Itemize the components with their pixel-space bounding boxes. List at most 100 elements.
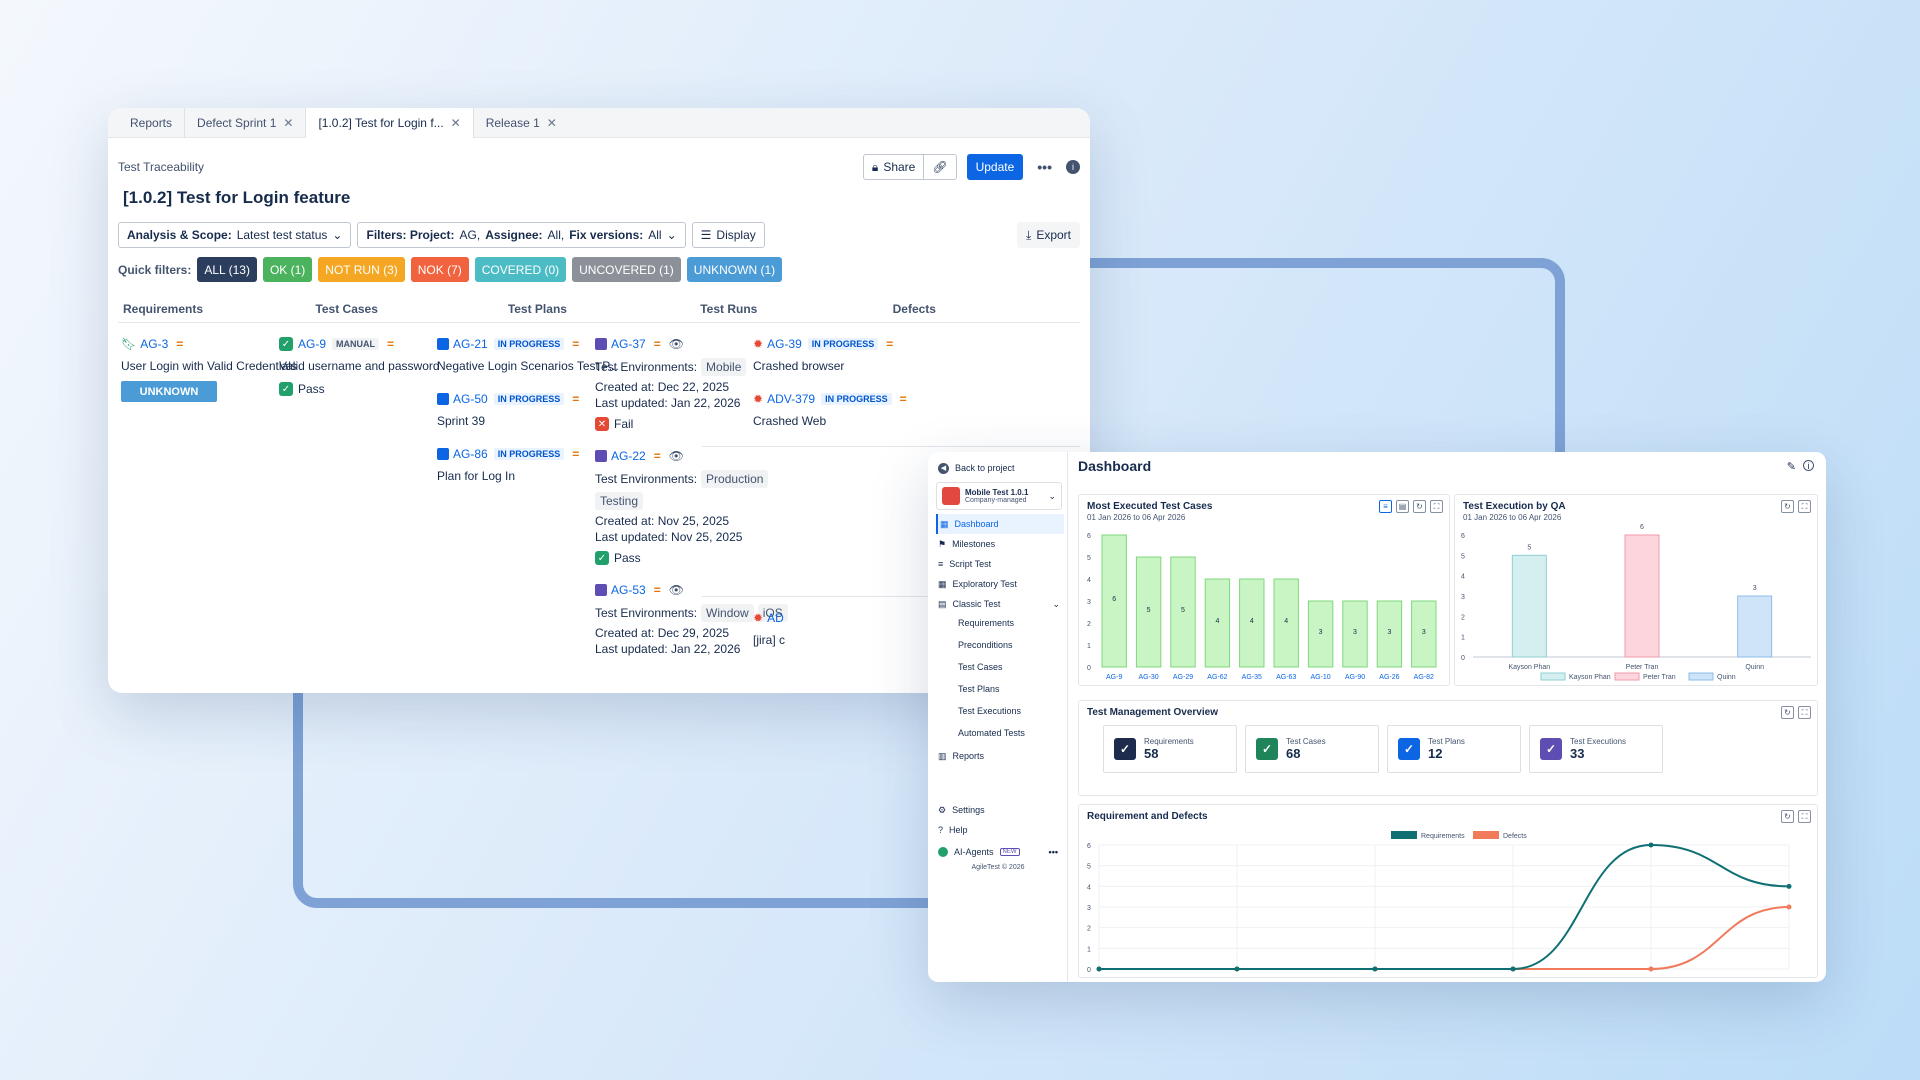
sidebar-subitem[interactable]: Test Plans: [958, 680, 1058, 698]
ai-icon: [938, 847, 948, 857]
env-label: Test Environments:: [595, 472, 698, 486]
sidebar-item-dashboard[interactable]: ▦ Dashboard: [936, 514, 1064, 534]
requirement-cell: 🔖︎ AG-3 = User Login with Valid Credential…: [121, 336, 297, 402]
sidebar-subitem[interactable]: Test Executions: [958, 702, 1058, 720]
display-button[interactable]: ☰ Display: [691, 222, 765, 248]
filters-dropdown[interactable]: Filters: Project: AG, Assignee: All, Fix ver…: [357, 222, 686, 248]
priority-icon: =: [572, 447, 580, 461]
sidebar-subitem[interactable]: Test Cases: [958, 658, 1058, 676]
defect-status: IN PROGRESS: [807, 338, 879, 350]
lock-icon: 🔒︎: [871, 159, 879, 174]
x-tick-label: AG-62: [1207, 674, 1227, 681]
plan-key[interactable]: AG-86: [453, 447, 488, 461]
run-item: AG-22 = 👁︎ Test Environments: Production Te…: [595, 448, 788, 566]
sidebar-label: Script Test: [949, 559, 992, 569]
testcase-summary: Valid username and password: [279, 359, 440, 373]
plan-key[interactable]: AG-21: [453, 337, 488, 351]
defect-key[interactable]: AG-39: [767, 337, 802, 351]
sidebar-subitem[interactable]: Automated Tests: [958, 724, 1058, 742]
x-tick-label: Quinn: [1745, 664, 1764, 671]
back-to-project[interactable]: ◀ Back to project: [936, 458, 1064, 478]
data-label: 4: [1284, 618, 1288, 625]
expand-icon[interactable]: ⛶: [1798, 706, 1811, 719]
run-key[interactable]: AG-53: [611, 583, 646, 597]
tab-login-feature[interactable]: [1.0.2] Test for Login f... ✕: [306, 108, 474, 138]
edit-icon[interactable]: ✎: [1787, 460, 1796, 473]
legend-label: Quinn: [1717, 674, 1736, 681]
sidebar-item-exploratory[interactable]: ▦ Exploratory Test: [936, 574, 1064, 594]
stat-value: 58: [1144, 746, 1159, 761]
testcase-key[interactable]: AG-9: [298, 337, 326, 351]
plan-key[interactable]: AG-50: [453, 392, 488, 406]
page-title: [1.0.2] Test for Login feature: [123, 188, 351, 207]
y-tick-label: 1: [1087, 643, 1091, 650]
close-icon[interactable]: ✕: [451, 116, 461, 130]
run-result: Fail: [614, 417, 634, 431]
data-label: 3: [1353, 629, 1357, 636]
col-test-runs: Test Runs: [700, 302, 758, 316]
tab-defect-sprint[interactable]: Defect Sprint 1 ✕: [185, 108, 307, 138]
watch-icon[interactable]: 👁︎: [669, 583, 684, 597]
info-icon[interactable]: i: [1803, 460, 1814, 471]
refresh-icon[interactable]: ↻: [1781, 706, 1794, 719]
sidebar-item-reports[interactable]: ▥ Reports: [936, 746, 1064, 766]
plan-icon: [437, 338, 449, 350]
sidebar-label: Milestones: [952, 539, 996, 549]
share-button[interactable]: 🔒︎ Share: [862, 154, 925, 180]
x-tick-label: AG-35: [1242, 674, 1262, 681]
quick-filter-chip[interactable]: UNCOVERED (1): [572, 257, 681, 282]
tab-reports[interactable]: Reports: [118, 108, 186, 138]
bug-icon: ✹: [753, 392, 764, 406]
copy-link-button[interactable]: 🔗︎: [924, 154, 957, 180]
sidebar-item-milestones[interactable]: ⚑ Milestones: [936, 534, 1064, 554]
analysis-scope-dropdown[interactable]: Analysis & Scope: Latest test status ⌄: [118, 222, 352, 248]
sidebar-subitem[interactable]: Requirements: [958, 614, 1058, 632]
gear-icon: ⚙: [938, 804, 947, 815]
close-icon[interactable]: ✕: [283, 116, 293, 130]
export-button[interactable]: ⤓ Export: [1017, 222, 1080, 248]
y-tick-label: 2: [1087, 621, 1091, 628]
defect-key[interactable]: ADV-379: [767, 392, 815, 406]
sidebar-item-ai-agents[interactable]: AI-Agents NEW •••: [936, 842, 1064, 862]
data-point: [1648, 842, 1654, 848]
data-label: 5: [1147, 607, 1151, 614]
defect-key[interactable]: AD: [767, 611, 784, 625]
env-label: Test Environments:: [595, 606, 698, 620]
watch-icon[interactable]: 👁︎: [669, 337, 684, 351]
run-key[interactable]: AG-22: [611, 449, 646, 463]
env-tag: Mobile: [701, 358, 747, 376]
stat-label: Test Cases: [1286, 737, 1326, 746]
data-label: 4: [1250, 618, 1254, 625]
filter-assignee-value: All,: [547, 228, 565, 242]
share-label: Share: [883, 160, 916, 174]
quick-filter-chip[interactable]: COVERED (0): [474, 257, 567, 282]
pass-icon: ✓: [595, 551, 609, 565]
run-key[interactable]: AG-37: [611, 337, 646, 351]
bar: [1624, 534, 1660, 658]
watch-icon[interactable]: 👁︎: [669, 449, 684, 463]
legend-label: Defects: [1503, 833, 1527, 840]
sidebar-item-settings[interactable]: ⚙ Settings: [936, 800, 1064, 820]
project-selector[interactable]: Mobile Test 1.0.1 Company-managed ⌄: [936, 482, 1062, 510]
y-tick-label: 5: [1461, 553, 1465, 560]
quick-filter-chip[interactable]: NOT RUN (3): [318, 257, 405, 282]
stat-icon: ✓: [1398, 738, 1420, 760]
quick-filter-chip[interactable]: OK (1): [262, 257, 313, 282]
quick-filter-chip[interactable]: UNKNOWN (1): [686, 257, 783, 282]
quick-filter-chip[interactable]: ALL (13): [197, 257, 257, 282]
tab-release[interactable]: Release 1 ✕: [474, 108, 569, 138]
filter-assignee-label: Assignee:: [485, 228, 543, 242]
close-icon[interactable]: ✕: [547, 116, 557, 130]
update-button[interactable]: Update: [966, 154, 1024, 180]
sidebar-item-help[interactable]: ? Help: [936, 820, 1064, 840]
info-icon[interactable]: i: [1066, 160, 1080, 174]
more-icon[interactable]: •••: [1037, 159, 1052, 175]
sidebar-item-script-test[interactable]: ≡ Script Test: [936, 554, 1064, 574]
quick-filter-chip[interactable]: NOK (7): [410, 257, 469, 282]
plan-item: AG-50 IN PROGRESS = Sprint 39: [437, 391, 619, 428]
sidebar-item-classic-test[interactable]: ▤ Classic Test ⌄: [936, 594, 1064, 614]
more-icon[interactable]: •••: [1049, 847, 1058, 857]
sidebar-subitem[interactable]: Preconditions: [958, 636, 1058, 654]
filter-fix-label: Fix versions:: [569, 228, 644, 242]
requirement-key[interactable]: AG-3: [140, 337, 168, 351]
